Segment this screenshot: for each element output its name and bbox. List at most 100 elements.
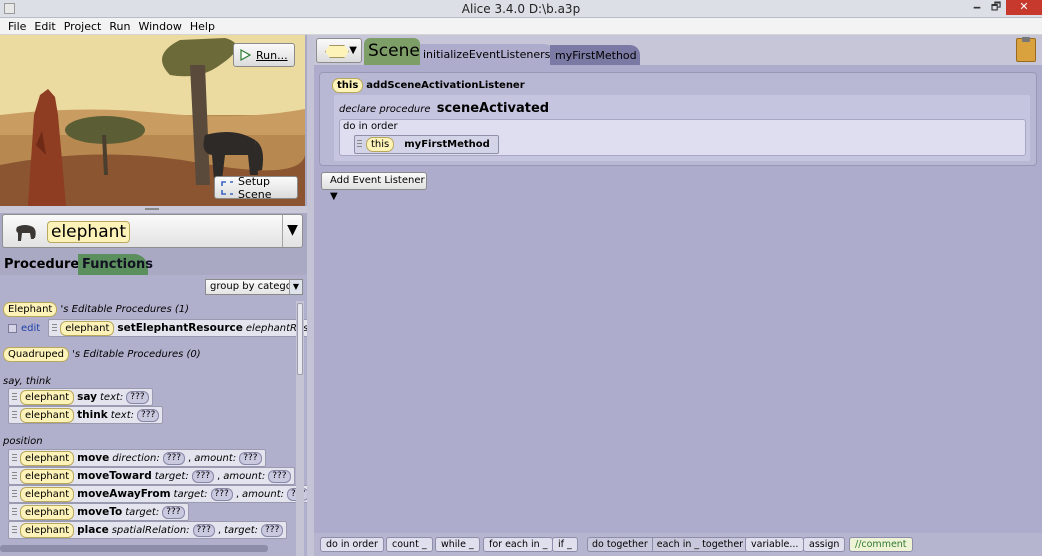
procedure-tile-think[interactable]: elephant think text: ??? xyxy=(8,406,164,424)
my-first-method-statement[interactable]: this myFirstMethod xyxy=(354,135,499,154)
param-value[interactable]: ??? xyxy=(268,469,291,483)
close-button[interactable]: ✕ xyxy=(1006,0,1042,15)
menu-run[interactable]: Run xyxy=(105,18,134,34)
procedures-vertical-scrollbar[interactable] xyxy=(296,301,304,556)
for-each-in-button[interactable]: for each in _ xyxy=(483,537,554,552)
declare-procedure-header: declare procedure sceneActivated xyxy=(339,101,549,116)
chevron-down-icon[interactable]: ▼ xyxy=(282,215,302,247)
scrollbar-thumb[interactable] xyxy=(297,303,303,375)
procedure-tile-place[interactable]: elephant place spatialRelation:???, target:… xyxy=(8,521,288,539)
param-label: amount: xyxy=(223,470,266,482)
while-button[interactable]: while _ xyxy=(435,537,480,552)
splitter-grip[interactable] xyxy=(145,208,159,210)
variable-button[interactable]: variable... xyxy=(745,537,805,552)
procedure-owner-pill: elephant xyxy=(20,468,75,484)
assign-button[interactable]: assign xyxy=(803,537,846,552)
procedures-panel: group by category ▼ Elephant 's Editable… xyxy=(0,275,307,556)
code-block: this addSceneActivationListener declare … xyxy=(319,72,1037,166)
edit-link[interactable]: edit xyxy=(21,323,40,334)
vertical-splitter[interactable] xyxy=(307,35,314,556)
comment-button[interactable]: //comment xyxy=(849,537,913,552)
elephant-editable-label: 's Editable Procedures (1) xyxy=(60,304,190,315)
procedure-tile-move[interactable]: elephant move direction:???, amount:??? xyxy=(8,449,266,467)
param-label: direction: xyxy=(112,452,160,464)
clipboard-icon[interactable] xyxy=(1016,37,1036,62)
set-elephant-resource-tile[interactable]: elephant setElephantResource elephantRes… xyxy=(48,319,307,337)
maximize-button[interactable]: 🗗 xyxy=(986,0,1006,15)
procedure-owner-pill: elephant xyxy=(20,407,75,423)
drag-grip-icon[interactable] xyxy=(12,471,17,481)
drag-grip-icon[interactable] xyxy=(357,140,362,149)
scene-preview: Run... Setup Scene xyxy=(0,35,305,206)
menu-help[interactable]: Help xyxy=(186,18,219,34)
group-by-select[interactable]: group by category ▼ xyxy=(205,279,303,295)
menu-window[interactable]: Window xyxy=(134,18,185,34)
category-position: position xyxy=(3,436,43,447)
setup-scene-label: Setup Scene xyxy=(237,174,272,201)
procedure-tile-move-away-from[interactable]: elephantmoveAwayFromtarget:???,amount:??… xyxy=(8,485,307,503)
code-editor-panel: ▼ Scene initializeEventListeners☒ myFirs… xyxy=(314,35,1042,556)
tab-functions[interactable]: Functions xyxy=(78,254,153,275)
setup-scene-button[interactable]: Setup Scene xyxy=(214,174,298,201)
elephant-type-pill[interactable]: Elephant xyxy=(3,302,58,317)
procedure-tile-move-toward[interactable]: elephant moveToward target:???, amount:??? xyxy=(8,467,295,485)
param-value[interactable]: ??? xyxy=(191,469,215,483)
chevron-down-icon: ▼ xyxy=(289,280,302,294)
scene-type-tab[interactable]: Scene xyxy=(364,38,420,65)
param-value[interactable]: ??? xyxy=(137,408,160,422)
do-in-order-button[interactable]: do in order xyxy=(320,537,384,552)
category-say-think: say, think xyxy=(3,376,52,387)
if-button[interactable]: if _ xyxy=(552,537,578,552)
param-value[interactable]: ??? xyxy=(239,451,262,465)
clipboard-clip xyxy=(1022,37,1030,42)
count-button[interactable]: count _ xyxy=(386,537,433,552)
horizontal-splitter[interactable] xyxy=(0,206,307,213)
do-in-order-block: do in order this myFirstMethod xyxy=(339,119,1026,156)
param-label: amount: xyxy=(242,488,284,500)
drag-grip-icon[interactable] xyxy=(12,525,17,535)
drag-grip-icon[interactable] xyxy=(12,410,17,420)
menu-file[interactable]: File xyxy=(4,18,30,34)
tab-initialize-event-listeners[interactable]: initializeEventListeners☒ xyxy=(420,44,561,65)
procedure-name: moveToward xyxy=(77,470,152,482)
tab-procedures[interactable]: Procedures xyxy=(0,253,87,275)
param-value[interactable]: ??? xyxy=(162,505,185,519)
param-value[interactable]: ??? xyxy=(162,451,186,465)
procedure-owner-pill: elephant xyxy=(20,504,75,520)
quadruped-type-pill[interactable]: Quadruped xyxy=(3,347,69,362)
drag-grip-icon[interactable] xyxy=(12,489,17,499)
procedure-tile-say[interactable]: elephant say text: ??? xyxy=(8,388,153,406)
left-tabs: Procedures Functions xyxy=(0,253,305,275)
add-scene-activation-listener-statement[interactable]: this addSceneActivationListener xyxy=(332,78,525,93)
param-value[interactable]: ??? xyxy=(210,487,233,501)
run-button-label: Run... xyxy=(256,48,288,62)
param-label: target: xyxy=(224,524,259,536)
this-pill: this xyxy=(332,78,364,93)
param-value[interactable]: ??? xyxy=(261,523,284,537)
selected-object-name: elephant xyxy=(47,221,131,243)
procedure-tile-move-to[interactable]: elephant moveTo target:??? xyxy=(8,503,189,521)
drag-grip-icon[interactable] xyxy=(12,453,17,463)
quadruped-editable-header: Quadruped 's Editable Procedures (0) xyxy=(3,347,201,362)
do-together-button[interactable]: do together xyxy=(588,538,653,551)
drag-grip-icon[interactable] xyxy=(12,507,17,517)
each-in-together-button[interactable]: each in _ together xyxy=(653,538,747,551)
param-label: text: xyxy=(110,409,134,421)
tab-my-first-method[interactable]: myFirstMethod xyxy=(550,45,640,65)
menu-project[interactable]: Project xyxy=(60,18,106,34)
run-button[interactable]: Run... xyxy=(233,43,295,67)
param-value[interactable]: ??? xyxy=(126,390,149,404)
minimize-button[interactable]: 🗕 xyxy=(968,0,986,15)
add-event-listener-button[interactable]: Add Event Listener ▼ xyxy=(321,172,427,202)
procedures-horizontal-scrollbar[interactable] xyxy=(0,545,268,552)
param-separator: , xyxy=(188,452,192,464)
param-value[interactable]: ??? xyxy=(192,523,215,537)
editor-tab-bar: ▼ Scene initializeEventListeners☒ myFirs… xyxy=(314,35,1042,65)
object-selector[interactable]: elephant ▼ xyxy=(2,214,303,248)
drag-grip-icon[interactable] xyxy=(52,323,58,333)
procedure-name: moveTo xyxy=(77,506,123,518)
menu-edit[interactable]: Edit xyxy=(30,18,59,34)
type-selector[interactable]: ▼ xyxy=(316,38,362,63)
drag-grip-icon[interactable] xyxy=(12,392,17,402)
edit-checkbox[interactable] xyxy=(8,323,17,333)
